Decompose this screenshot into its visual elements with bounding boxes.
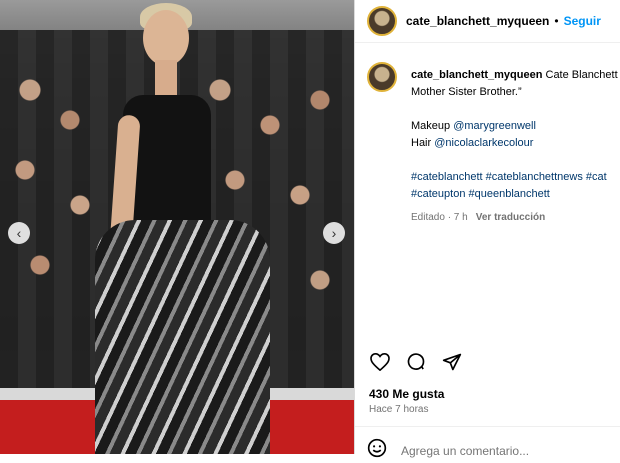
heart-icon[interactable]	[369, 351, 391, 373]
post-time: Hace 7 horas	[369, 404, 429, 415]
action-bar	[369, 351, 463, 373]
emoji-icon[interactable]	[367, 438, 387, 463]
hair-label: Hair	[411, 137, 432, 149]
divider	[355, 426, 620, 427]
follow-button[interactable]: Seguir	[564, 14, 601, 28]
see-translation-link[interactable]: Ver traducción	[476, 212, 545, 223]
hashtags-line-2[interactable]: #cateupton #queenblanchett	[411, 186, 620, 203]
header-username[interactable]: cate_blanchett_myqueen	[406, 14, 549, 28]
makeup-tag-link[interactable]: @marygreenwell	[453, 120, 536, 132]
caption-username[interactable]: cate_blanchett_myqueen	[411, 69, 542, 81]
caption-text-1: Cate Blanchett	[545, 69, 618, 81]
chevron-left-icon[interactable]: ‹	[8, 222, 30, 244]
comment-icon[interactable]	[405, 351, 427, 373]
hair-tag-link[interactable]: @nicolaclarkecolour	[434, 137, 533, 149]
chevron-right-icon[interactable]: ›	[323, 222, 345, 244]
comment-input[interactable]	[399, 442, 603, 459]
makeup-label: Makeup	[411, 120, 451, 132]
hashtags-line-1[interactable]: #cateblanchett #cateblanchettnews #cat	[411, 169, 620, 186]
separator-dot: •	[554, 14, 559, 28]
post-side-panel: cate_blanchett_myqueen • Seguir cate_bla…	[354, 0, 620, 459]
post-photo: ‹ ›	[0, 0, 354, 454]
share-icon[interactable]	[441, 351, 463, 373]
divider	[355, 42, 620, 43]
caption-text-2: Mother Sister Brother.”	[411, 86, 522, 98]
avatar[interactable]	[367, 6, 397, 36]
caption-avatar[interactable]	[367, 62, 397, 92]
woman-figure	[95, 3, 270, 454]
edited-time: Editado · 7 h	[411, 212, 468, 223]
likes-count[interactable]: 430 Me gusta	[369, 387, 444, 401]
comment-bar	[367, 438, 603, 463]
post-header: cate_blanchett_myqueen • Seguir	[355, 0, 620, 42]
